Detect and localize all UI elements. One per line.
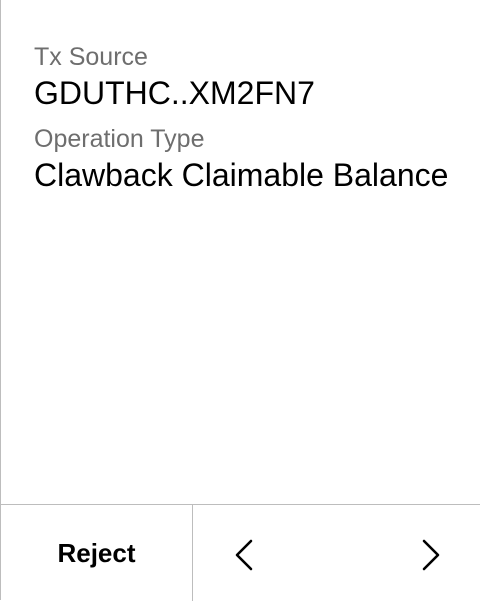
tx-source-value: GDUTHC..XM2FN7 [34, 75, 315, 111]
action-bar: Reject [1, 504, 480, 601]
tx-source-field: Tx Source GDUTHC..XM2FN7 [34, 40, 454, 112]
operation-type-value: Clawback Claimable Balance [34, 157, 449, 193]
reject-button[interactable]: Reject [1, 505, 193, 601]
chevron-right-icon [422, 539, 440, 571]
operation-type-label: Operation Type [34, 125, 205, 153]
navigation-area [193, 505, 480, 601]
next-button[interactable] [411, 535, 451, 575]
chevron-left-icon [235, 539, 253, 571]
review-screen: Tx Source GDUTHC..XM2FN7 Operation Type … [0, 0, 480, 601]
previous-button[interactable] [224, 535, 264, 575]
operation-type-field: Operation Type Clawback Claimable Balanc… [34, 122, 454, 194]
field-list: Tx Source GDUTHC..XM2FN7 Operation Type … [34, 40, 454, 194]
tx-source-label: Tx Source [34, 43, 148, 71]
